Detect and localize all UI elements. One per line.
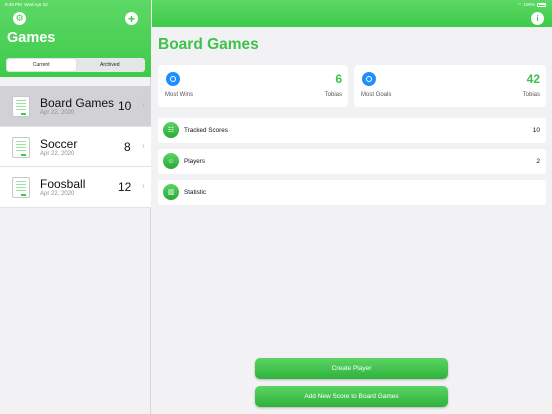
scores-icon: ☷ [163, 122, 179, 138]
game-list: Board Games Apr 22, 2020 10 › Soccer Apr… [0, 86, 151, 208]
chevron-right-icon: › [142, 181, 145, 190]
status-right: ◠ 100% [518, 2, 546, 8]
stat-player: Tobias [522, 92, 540, 98]
game-score: 10 [118, 99, 132, 113]
game-score: 12 [118, 180, 132, 194]
settings-icon[interactable]: ⚙ [13, 12, 26, 25]
row-label: Statistic [184, 188, 207, 196]
stat-card-most-goals: 42 Most Goals Tobias [354, 65, 546, 107]
game-row-soccer[interactable]: Soccer Apr 22, 2020 8 › [0, 126, 151, 167]
battery-percent: 100% [523, 2, 535, 7]
scoresheet-icon [12, 96, 30, 117]
game-name: Soccer [40, 136, 78, 151]
info-icon[interactable]: i [531, 12, 544, 25]
row-label: Tracked Scores [184, 126, 228, 134]
game-row-board-games[interactable]: Board Games Apr 22, 2020 10 › [0, 86, 151, 127]
row-count: 2 [536, 157, 540, 165]
segmented-control: Current Archived [6, 58, 145, 72]
stat-value: 42 [526, 72, 540, 86]
game-name: Foosball [40, 177, 86, 191]
add-score-button[interactable]: Add New Score to Board Games [255, 386, 448, 407]
game-date: Apr 22, 2020 [40, 150, 75, 157]
row-label: Players [184, 157, 205, 165]
status-bar: 9:49 PM Wed Apr 22 ◠ 100% [0, 0, 552, 8]
battery-icon [537, 2, 546, 7]
goal-icon [362, 72, 376, 86]
players-icon: ☺ [163, 153, 179, 169]
scoresheet-icon [12, 177, 30, 198]
stat-value: 6 [335, 72, 342, 86]
chevron-right-icon: › [142, 100, 145, 109]
stat-label: Most Goals [361, 92, 392, 98]
sidebar-header: ⚙ + Games Current Archived [0, 0, 151, 77]
game-date: Apr 22, 2020 [40, 191, 75, 197]
trophy-icon [166, 72, 180, 86]
stat-label: Most Wins [165, 92, 194, 98]
create-player-button[interactable]: Create Player [255, 358, 448, 379]
segment-current[interactable]: Current [7, 59, 76, 71]
stat-player: Tobias [324, 92, 342, 98]
row-tracked-scores[interactable]: ☷ Tracked Scores 10 [158, 118, 546, 143]
add-game-button[interactable]: + [125, 12, 138, 25]
status-time-date: 9:49 PM Wed Apr 22 [5, 1, 48, 7]
stat-card-most-wins: 6 Most Wins Tobias [158, 65, 348, 107]
row-statistic[interactable]: ▥ Statistic [158, 180, 546, 205]
row-count: 10 [532, 126, 540, 134]
segment-archived[interactable]: Archived [76, 59, 145, 71]
row-players[interactable]: ☺ Players 2 [158, 149, 546, 174]
game-date: Apr 22, 2020 [40, 110, 75, 116]
chart-icon: ▥ [163, 184, 179, 200]
main-panel: i Board Games 6 Most Wins Tobias 42 Most… [152, 0, 552, 414]
scoresheet-icon [12, 136, 30, 158]
game-name: Board Games [40, 96, 115, 110]
chevron-right-icon: › [142, 140, 145, 150]
wifi-icon: ◠ [517, 1, 522, 7]
sidebar-title: Games [7, 30, 56, 46]
game-row-foosball[interactable]: Foosball Apr 22, 2020 12 › [0, 167, 151, 208]
sidebar: ⚙ + Games Current Archived Board Games A… [0, 0, 151, 414]
game-score: 8 [124, 139, 131, 154]
page-title: Board Games [158, 36, 259, 53]
